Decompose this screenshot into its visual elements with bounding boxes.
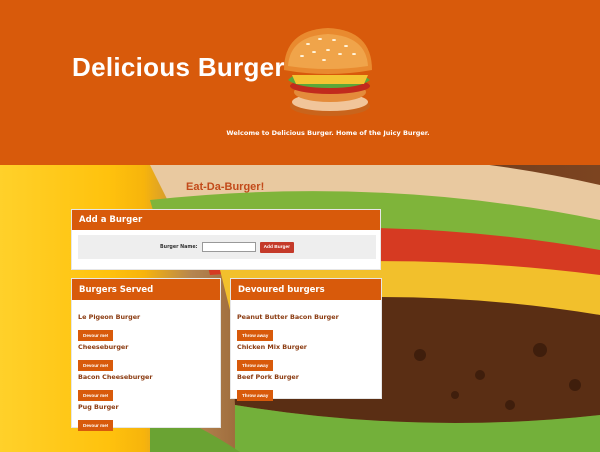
served-list: Le Pigeon Burger Devour me! Cheeseburger… [78,312,218,432]
list-item: Cheeseburger Devour me! [78,342,218,372]
burger-name: Peanut Butter Bacon Burger [237,313,339,321]
devoured-burgers-heading: Devoured burgers [231,279,381,300]
throw-away-button[interactable]: Throw away [237,330,274,341]
section-title: Eat-Da-Burger! [186,181,265,193]
burger-logo [284,28,372,116]
list-item: Le Pigeon Burger Devour me! [78,312,218,342]
burger-name: Bacon Cheeseburger [78,373,153,381]
site-header: Delicious Burger Welcome to Delicious Bu… [0,0,600,165]
throw-away-button[interactable]: Throw away [237,390,274,401]
devour-button[interactable]: Devour me! [78,330,114,341]
devour-button[interactable]: Devour me! [78,360,114,371]
devoured-burgers-panel: Devoured burgers Peanut Butter Bacon Bur… [230,278,382,402]
devoured-list: Peanut Butter Bacon Burger Throw away Ch… [237,312,377,402]
brand-title: Delicious Burger [72,52,285,82]
burger-name: Cheeseburger [78,343,129,351]
list-item: Pug Burger Devour me! [78,402,218,432]
list-item: Bacon Cheeseburger Devour me! [78,372,218,402]
devour-button[interactable]: Devour me! [78,420,114,431]
list-item: Peanut Butter Bacon Burger Throw away [237,312,377,342]
burger-name: Le Pigeon Burger [78,313,141,321]
welcome-message: Welcome to Delicious Burger. Home of the… [226,129,430,137]
burgers-served-panel: Burgers Served Le Pigeon Burger Devour m… [71,278,221,431]
burger-name: Beef Pork Burger [237,373,299,381]
burger-name-label: Burger Name: [160,244,198,250]
add-burger-button[interactable]: Add Burger [259,241,294,253]
burger-name: Pug Burger [78,403,119,411]
burger-name: Chicken Mix Burger [237,343,307,351]
add-burger-form: Burger Name: Add Burger [78,235,376,259]
throw-away-button[interactable]: Throw away [237,360,274,371]
add-burger-heading: Add a Burger [72,210,380,230]
list-item: Beef Pork Burger Throw away [237,372,377,402]
list-item: Chicken Mix Burger Throw away [237,342,377,372]
burger-name-input[interactable] [201,242,256,252]
devour-button[interactable]: Devour me! [78,390,114,401]
add-burger-panel: Add a Burger Burger Name: Add Burger [71,209,381,270]
burgers-served-heading: Burgers Served [72,279,220,300]
